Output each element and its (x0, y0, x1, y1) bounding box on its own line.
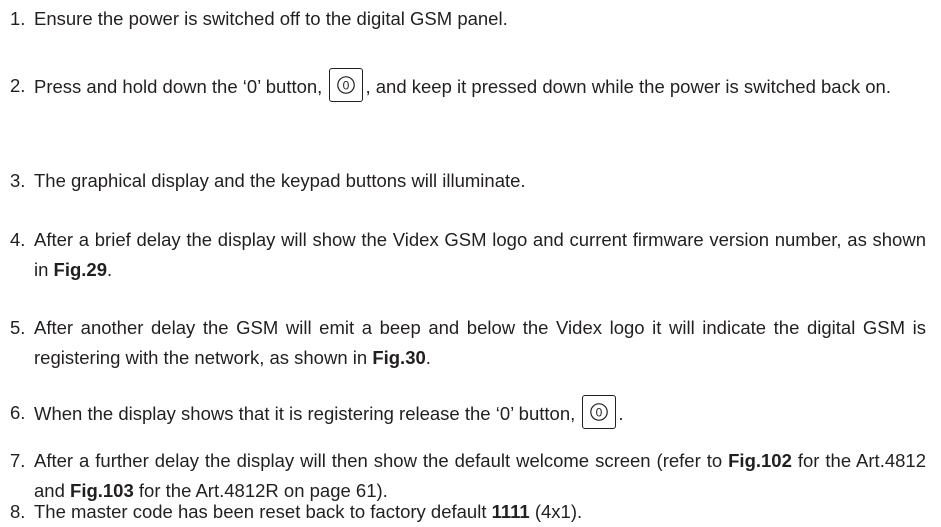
svg-text:0: 0 (343, 78, 350, 92)
figure-reference: Fig.29 (53, 259, 108, 280)
step-4: 4. After a brief delay the display will … (10, 225, 926, 285)
step-number: 5. (10, 317, 26, 338)
step-number: 6. (10, 402, 26, 423)
step-text: After a brief delay the display will sho… (34, 229, 926, 280)
step-number: 3. (10, 170, 26, 191)
step-number: 2. (10, 75, 26, 96)
step-text: . (618, 402, 624, 424)
step-number: 7. (10, 450, 26, 471)
step-text: Press and hold down the ‘0’ button, (34, 75, 323, 97)
svg-text:0: 0 (596, 405, 603, 419)
instruction-page: 1. Ensure the power is switched off to t… (0, 0, 941, 527)
step-8: 8. The master code has been reset back t… (10, 497, 926, 527)
step-text: . (425, 347, 431, 368)
step-text: Ensure the power is switched off to the … (34, 8, 508, 29)
figure-reference: Fig.102 (728, 450, 792, 471)
step-number: 8. (10, 501, 26, 522)
step-number: 4. (10, 229, 26, 250)
zero-key-icon: 0 (329, 68, 364, 102)
zero-key-icon: 0 (582, 395, 617, 429)
step-text: , and keep it pressed down while the pow… (365, 75, 891, 97)
step-text: After a further delay the display will t… (34, 450, 729, 471)
step-text: The master code has been reset back to f… (34, 501, 492, 522)
step-text: When the display shows that it is regist… (34, 402, 576, 424)
step-5: 5. After another delay the GSM will emit… (10, 313, 926, 373)
step-1: 1. Ensure the power is switched off to t… (10, 4, 926, 34)
step-text: . (107, 259, 113, 280)
step-number: 1. (10, 8, 26, 29)
step-text: The graphical display and the keypad but… (34, 170, 526, 191)
step-text: After another delay the GSM will emit a … (34, 317, 926, 368)
step-2: 2. Press and hold down the ‘0’ button, 0… (10, 68, 926, 105)
step-6: 6. When the display shows that it is reg… (10, 395, 926, 432)
master-code-value: 1111 (491, 501, 530, 522)
step-text: (4x1). (529, 501, 583, 522)
step-3: 3. The graphical display and the keypad … (10, 166, 926, 196)
figure-reference: Fig.30 (372, 347, 426, 368)
